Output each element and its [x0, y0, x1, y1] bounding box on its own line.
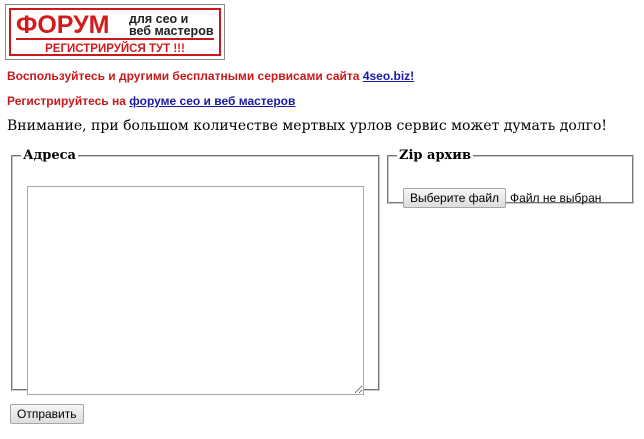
file-input[interactable]: Выберите файл Файл не выбран	[403, 187, 601, 208]
site-link[interactable]: 4seo.biz!	[363, 69, 414, 83]
forum-link[interactable]: форуме сео и веб мастеров	[129, 94, 295, 108]
zip-legend: Zip архив	[399, 148, 471, 163]
promo-register-text: Регистрируйтесь на	[7, 94, 130, 108]
banner-subtitle-line2: веб мастеров	[129, 24, 214, 38]
banner-subtitle: для сео и веб мастеров	[129, 13, 221, 38]
promo-services: Воспользуйтесь и другими бесплатными сер…	[7, 69, 414, 83]
banner-register-cta: РЕГИСТРИРУЙСЯ ТУТ !!!	[45, 43, 185, 55]
forum-banner[interactable]: ФОРУМ для сео и веб мастеров РЕГИСТРИРУЙ…	[5, 4, 225, 60]
submit-button[interactable]: Отправить	[10, 404, 84, 424]
choose-file-button[interactable]: Выберите файл	[403, 188, 507, 208]
zip-fieldset: Zip архив Выберите файл Файл не выбран	[387, 148, 634, 208]
addresses-textarea[interactable]	[27, 186, 364, 395]
addresses-fieldset: Адреса	[11, 148, 380, 395]
addresses-legend: Адреса	[23, 148, 76, 163]
banner-title: ФОРУМ	[16, 11, 110, 39]
banner-divider	[16, 38, 214, 40]
warning-message: Внимание, при большом количестве мертвых…	[7, 118, 608, 134]
banner-frame: ФОРУМ для сео и веб мастеров РЕГИСТРИРУЙ…	[9, 8, 221, 56]
promo-services-text: Воспользуйтесь и другими бесплатными сер…	[7, 69, 363, 83]
file-status: Файл не выбран	[510, 191, 602, 205]
promo-register: Регистрируйтесь на форуме сео и веб маст…	[7, 94, 295, 108]
